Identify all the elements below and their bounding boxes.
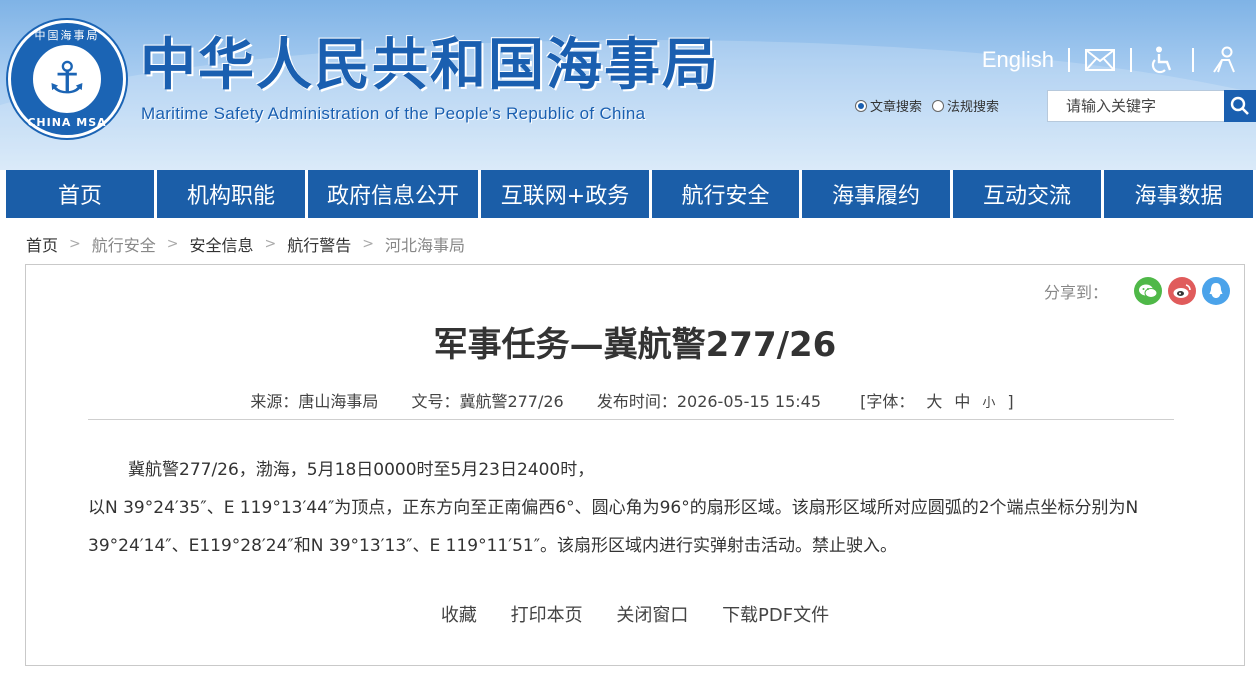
msa-emblem-logo[interactable]: 中国海事局 ⚓ CHINA MSA xyxy=(8,20,126,138)
breadcrumb-nav-warnings[interactable]: 航行警告 xyxy=(287,232,351,256)
share-label: 分享到： xyxy=(1043,283,1108,302)
emblem-top-text: 中国海事局 xyxy=(34,29,100,42)
article-actions: 收藏 打印本页 关闭窗口 下载PDF文件 xyxy=(26,601,1244,627)
accessibility-icon[interactable] xyxy=(1146,44,1178,76)
main-nav: 首页 机构职能 政府信息公开 互联网+政务 航行安全 海事履约 互动交流 海事数… xyxy=(6,170,1256,218)
divider xyxy=(1130,48,1132,72)
radio-laws-label: 法规搜索 xyxy=(947,100,1000,115)
font-small-button[interactable]: 小 xyxy=(982,396,995,411)
nav-compliance[interactable]: 海事履约 xyxy=(802,170,950,218)
breadcrumb: 首页 > 航行安全 > 安全信息 > 航行警告 > 河北海事局 xyxy=(26,232,465,256)
top-links: English xyxy=(982,44,1240,76)
breadcrumb-hebei-msa[interactable]: 河北海事局 xyxy=(385,232,465,256)
anchor-icon: ⚓ xyxy=(47,53,87,104)
wechat-icon[interactable] xyxy=(1134,277,1162,305)
article-doc-number: 文号：冀航警277/26 xyxy=(411,392,564,411)
search-input[interactable] xyxy=(1047,90,1225,122)
chevron-right-icon: > xyxy=(264,236,277,252)
article-title: 军事任务—冀航警277/26 xyxy=(433,325,837,365)
elderly-mode-icon[interactable] xyxy=(1208,44,1240,76)
english-link[interactable]: English xyxy=(982,47,1054,73)
article-paragraph: 冀航警277/26，渤海，5月18日0000时至5月23日2400时， xyxy=(128,460,595,480)
search-option-articles[interactable]: 文章搜索 xyxy=(855,96,922,115)
nav-gov-info[interactable]: 政府信息公开 xyxy=(308,170,478,218)
nav-data[interactable]: 海事数据 xyxy=(1104,170,1253,218)
search-options: 文章搜索 法规搜索 xyxy=(855,96,1009,115)
radio-laws[interactable] xyxy=(932,99,945,112)
qq-icon[interactable] xyxy=(1202,277,1230,305)
article-publish-time: 发布时间：2026-05-15 15:45 xyxy=(596,392,822,411)
article-source: 来源：唐山海事局 xyxy=(250,392,379,411)
font-size-control: [字体： 大中小] xyxy=(854,392,1020,411)
article-panel: 分享到： 军事任务—冀航警277/26 来源：唐山海事局 文号：冀航警277/2… xyxy=(25,264,1245,666)
chevron-right-icon: > xyxy=(166,236,179,252)
weibo-icon[interactable] xyxy=(1168,277,1196,305)
breadcrumb-navigation-safety[interactable]: 航行安全 xyxy=(92,232,156,256)
emblem-inner: ⚓ xyxy=(31,43,103,115)
title-divider xyxy=(88,419,1174,420)
article-meta: 来源：唐山海事局 文号：冀航警277/26 发布时间：2026-05-15 15… xyxy=(26,388,1244,412)
share-bar: 分享到： xyxy=(1044,277,1230,305)
nav-home[interactable]: 首页 xyxy=(6,170,154,218)
mail-icon[interactable] xyxy=(1084,44,1116,76)
search-option-laws[interactable]: 法规搜索 xyxy=(932,96,999,115)
radio-articles[interactable] xyxy=(855,99,867,112)
font-large-button[interactable]: 大 xyxy=(926,392,942,411)
favorite-button[interactable]: 收藏 xyxy=(441,605,477,626)
divider xyxy=(1068,48,1070,72)
font-size-label: [字体： xyxy=(860,392,915,411)
nav-functions[interactable]: 机构职能 xyxy=(157,170,305,218)
nav-navigation-safety[interactable]: 航行安全 xyxy=(652,170,799,218)
emblem-bottom-text: CHINA MSA xyxy=(27,116,107,129)
breadcrumb-safety-info[interactable]: 安全信息 xyxy=(190,232,254,256)
search-button[interactable] xyxy=(1224,90,1256,122)
font-size-close: ] xyxy=(1007,392,1014,411)
close-window-button[interactable]: 关闭窗口 xyxy=(616,605,688,626)
breadcrumb-home[interactable]: 首页 xyxy=(26,232,58,256)
font-medium-button[interactable]: 中 xyxy=(954,392,970,411)
nav-internet-gov[interactable]: 互联网+政务 xyxy=(481,170,649,218)
article-body: 冀航警277/26，渤海，5月18日0000时至5月23日2400时， 以N 3… xyxy=(88,451,1178,565)
article-paragraph: 以N 39°24′35″、E 119°13′44″为顶点，正东方向至正南偏西6°… xyxy=(88,498,1139,556)
chevron-right-icon: > xyxy=(69,236,81,252)
site-title-en: Maritime Safety Administration of the Pe… xyxy=(141,104,646,123)
radio-articles-label: 文章搜索 xyxy=(870,100,923,115)
chevron-right-icon: > xyxy=(362,236,374,252)
download-pdf-button[interactable]: 下载PDF文件 xyxy=(722,605,829,626)
site-title-cn[interactable]: 中华人民共和国海事局 xyxy=(140,32,720,100)
site-header: 中国海事局 ⚓ CHINA MSA 中华人民共和国海事局 Maritime Sa… xyxy=(0,0,1256,170)
print-button[interactable]: 打印本页 xyxy=(511,605,583,626)
search-icon xyxy=(1230,96,1249,115)
divider xyxy=(1192,48,1194,72)
nav-interaction[interactable]: 互动交流 xyxy=(953,170,1101,218)
